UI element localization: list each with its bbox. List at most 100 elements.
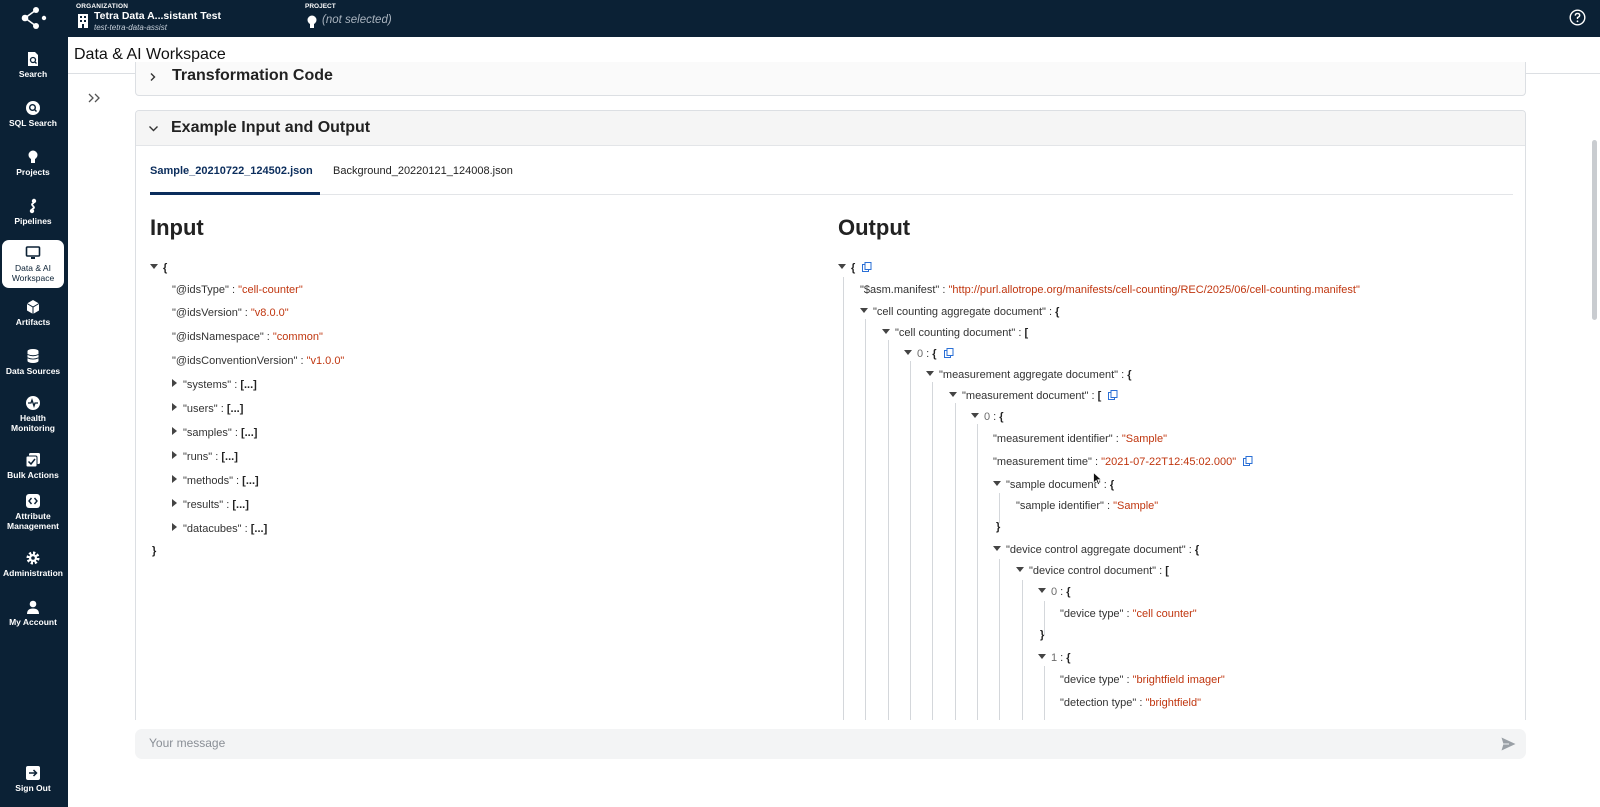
json-collapsed-node[interactable]: "methods" : [...] — [172, 474, 259, 488]
sidebar-item-pipelines[interactable]: Pipelines — [2, 189, 64, 235]
json-node[interactable]: 0 : { — [971, 410, 1004, 424]
json-field: "device type" : "cell counter" — [1060, 608, 1197, 620]
json-brace: } — [996, 521, 1001, 533]
caret-down-icon — [860, 308, 868, 313]
sidebar-item-label: Artifacts — [15, 316, 51, 327]
tab-background-file[interactable]: Background_20220121_124008.json — [333, 159, 533, 195]
json-collapsed-node[interactable]: "systems" : [...] — [172, 378, 257, 392]
caret-down-icon — [926, 371, 934, 376]
sidebar-item-sql-search[interactable]: SQL Search — [2, 91, 64, 137]
json-collapsed-value: [...] — [221, 451, 238, 463]
sidebar-item-bulk-actions[interactable]: Bulk Actions — [2, 443, 64, 489]
json-node[interactable]: "measurement document" : [ — [949, 389, 1118, 403]
json-node[interactable]: { — [838, 261, 872, 275]
caret-right-icon — [172, 451, 177, 459]
gear-icon — [26, 551, 40, 565]
caret-down-icon — [971, 413, 979, 418]
example-io-header[interactable]: Example Input and Output — [136, 111, 1525, 146]
json-brace: { — [1066, 586, 1071, 598]
monitor-icon — [25, 246, 41, 259]
json-collapsed-node[interactable]: "datacubes" : [...] — [172, 522, 267, 536]
sidebar-item-attribute-management[interactable]: Attribute Management — [2, 487, 64, 537]
json-node[interactable]: "cell counting aggregate document" : { — [860, 305, 1059, 319]
json-brace: { — [1127, 369, 1132, 381]
json-key: "@idsNamespace" — [172, 331, 264, 343]
json-collapsed-value: [...] — [226, 403, 244, 415]
json-value: "Sample" — [1121, 433, 1167, 445]
sidebar-item-artifacts[interactable]: Artifacts — [2, 290, 64, 336]
sidebar-item-data-sources[interactable]: Data Sources — [2, 339, 64, 385]
project-selector[interactable]: (not selected) — [322, 14, 392, 26]
json-value: "cell-counter" — [238, 284, 303, 296]
json-node[interactable]: 0 : { — [904, 347, 954, 361]
json-key: "@idsConventionVersion" — [172, 355, 298, 367]
tetra-logo-icon[interactable] — [17, 4, 47, 32]
json-node[interactable]: "cell counting document" : [ — [882, 326, 1028, 340]
json-collapsed-node[interactable]: "runs" : [...] — [172, 450, 238, 464]
sidebar-item-sign-out[interactable]: Sign Out — [2, 756, 64, 802]
json-collapsed-value: [...] — [242, 475, 259, 487]
json-field: "sample identifier" : "Sample" — [1016, 500, 1159, 512]
copy-icon[interactable] — [1108, 390, 1118, 400]
copy-icon[interactable] — [1243, 456, 1253, 466]
json-collapsed-node[interactable]: "samples" : [...] — [172, 426, 257, 440]
sidebar-item-projects[interactable]: Projects — [2, 140, 64, 186]
caret-right-icon — [172, 523, 177, 531]
copy-icon[interactable] — [862, 262, 872, 272]
help-icon[interactable] — [1569, 9, 1586, 26]
sidebar-item-search[interactable]: Search — [2, 42, 64, 88]
building-icon — [78, 14, 88, 28]
json-node[interactable]: "measurement aggregate document" : { — [926, 368, 1131, 382]
transformation-code-panel[interactable]: Transformation Code — [135, 62, 1526, 96]
json-key: "datacubes" — [183, 523, 242, 535]
copy-icon[interactable] — [943, 348, 954, 358]
json-field: "@idsType" : "cell-counter" — [172, 284, 303, 296]
json-node[interactable]: 0 : { — [1038, 585, 1071, 599]
bulk-check-icon — [25, 452, 40, 468]
org-selector[interactable]: Tetra Data A...sistant Test — [94, 10, 221, 22]
json-key: "samples" — [183, 427, 232, 439]
chevron-right-icon — [150, 73, 156, 81]
json-key: "device control document" — [1029, 565, 1157, 577]
sidebar-item-data-ai-workspace[interactable]: Data & AI Workspace — [2, 240, 64, 288]
caret-right-icon — [172, 499, 177, 507]
sidebar-item-label: Administration — [3, 567, 63, 578]
caret-down-icon — [904, 350, 912, 355]
sidebar-item-label: Data & AI Workspace — [11, 263, 55, 283]
expand-panel-icon[interactable] — [86, 89, 104, 107]
send-icon[interactable] — [1501, 737, 1516, 751]
json-node[interactable]: "device control aggregate document" : { — [993, 543, 1199, 557]
json-collapsed-node[interactable]: "users" : [...] — [172, 402, 243, 416]
json-brace: } — [1040, 629, 1045, 641]
caret-right-icon — [172, 427, 177, 435]
database-icon — [27, 348, 39, 363]
json-value: "http://purl.allotrope.org/manifests/cel… — [948, 284, 1360, 296]
sidebar-item-health-monitoring[interactable]: Health Monitoring — [2, 389, 64, 439]
sidebar-item-label: My Account — [9, 616, 57, 627]
tab-sample-file[interactable]: Sample_20210722_124502.json — [150, 159, 320, 195]
caret-down-icon — [949, 392, 957, 397]
json-key: "cell counting aggregate document" — [873, 306, 1046, 318]
json-key: "methods" — [183, 475, 233, 487]
json-field: "@idsConventionVersion" : "v1.0.0" — [172, 355, 345, 367]
caret-down-icon — [993, 546, 1001, 551]
sidebar-item-administration[interactable]: Administration — [2, 541, 64, 587]
json-collapsed-node[interactable]: "results" : [...] — [172, 498, 249, 512]
sidebar-item-label: Data Sources — [5, 365, 61, 376]
json-node[interactable]: 1 : { — [1038, 651, 1071, 665]
json-root-open[interactable]: { — [150, 261, 167, 275]
json-brace-close: } — [1040, 628, 1044, 642]
section-title: Example Input and Output — [171, 119, 371, 136]
json-index: 0 — [984, 411, 991, 423]
sidebar-item-label: Pipelines — [14, 215, 52, 226]
pipeline-icon — [29, 198, 37, 213]
sql-search-icon — [26, 100, 40, 115]
sidebar-item-my-account[interactable]: My Account — [2, 590, 64, 636]
json-key: "runs" — [183, 451, 213, 463]
page-scrollbar[interactable] — [1592, 140, 1597, 320]
json-field: "measurement time" : "2021-07-22T12:45:0… — [993, 455, 1253, 469]
json-node[interactable]: "device control document" : [ — [1016, 564, 1169, 578]
json-collapsed-value: [...] — [232, 499, 249, 511]
message-input[interactable] — [149, 736, 1449, 750]
caret-down-icon — [150, 264, 158, 269]
